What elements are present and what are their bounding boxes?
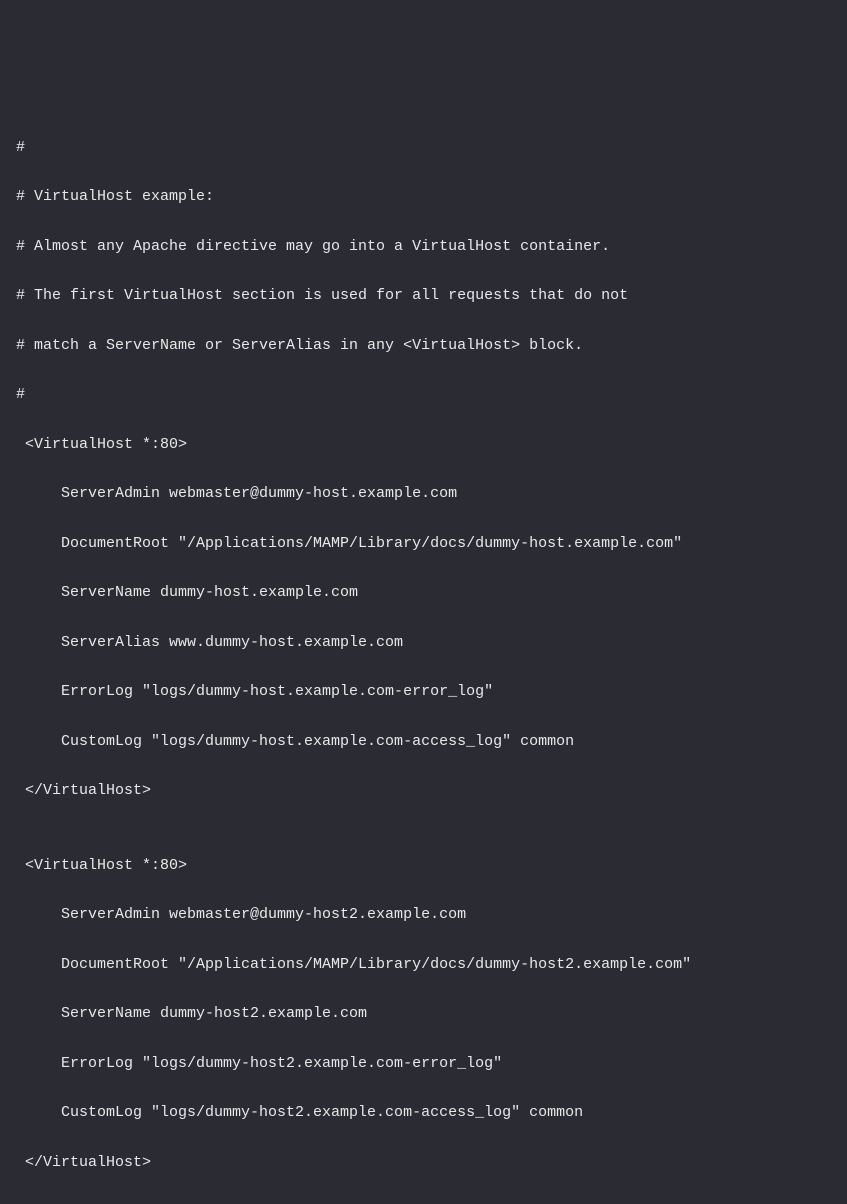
code-line: ServerAdmin webmaster@dummy-host.example… <box>16 482 831 507</box>
code-line: <VirtualHost *:80> <box>16 854 831 879</box>
code-line: DocumentRoot "/Applications/MAMP/Library… <box>16 532 831 557</box>
config-file-content: # # VirtualHost example: # Almost any Ap… <box>16 111 831 1200</box>
code-line: # <box>16 383 831 408</box>
code-line: CustomLog "logs/dummy-host2.example.com-… <box>16 1101 831 1126</box>
code-line: ServerName dummy-host2.example.com <box>16 1002 831 1027</box>
code-line: CustomLog "logs/dummy-host.example.com-a… <box>16 730 831 755</box>
code-line: ServerAdmin webmaster@dummy-host2.exampl… <box>16 903 831 928</box>
code-line: </VirtualHost> <box>16 1151 831 1176</box>
code-line: # Almost any Apache directive may go int… <box>16 235 831 260</box>
code-line: DocumentRoot "/Applications/MAMP/Library… <box>16 953 831 978</box>
code-line: # match a ServerName or ServerAlias in a… <box>16 334 831 359</box>
code-line: ErrorLog "logs/dummy-host.example.com-er… <box>16 680 831 705</box>
code-line: # VirtualHost example: <box>16 185 831 210</box>
code-line: ErrorLog "logs/dummy-host2.example.com-e… <box>16 1052 831 1077</box>
code-line: </VirtualHost> <box>16 779 831 804</box>
code-line: # <box>16 136 831 161</box>
code-line: <VirtualHost *:80> <box>16 433 831 458</box>
code-line: # The first VirtualHost section is used … <box>16 284 831 309</box>
code-line: ServerName dummy-host.example.com <box>16 581 831 606</box>
code-line: ServerAlias www.dummy-host.example.com <box>16 631 831 656</box>
